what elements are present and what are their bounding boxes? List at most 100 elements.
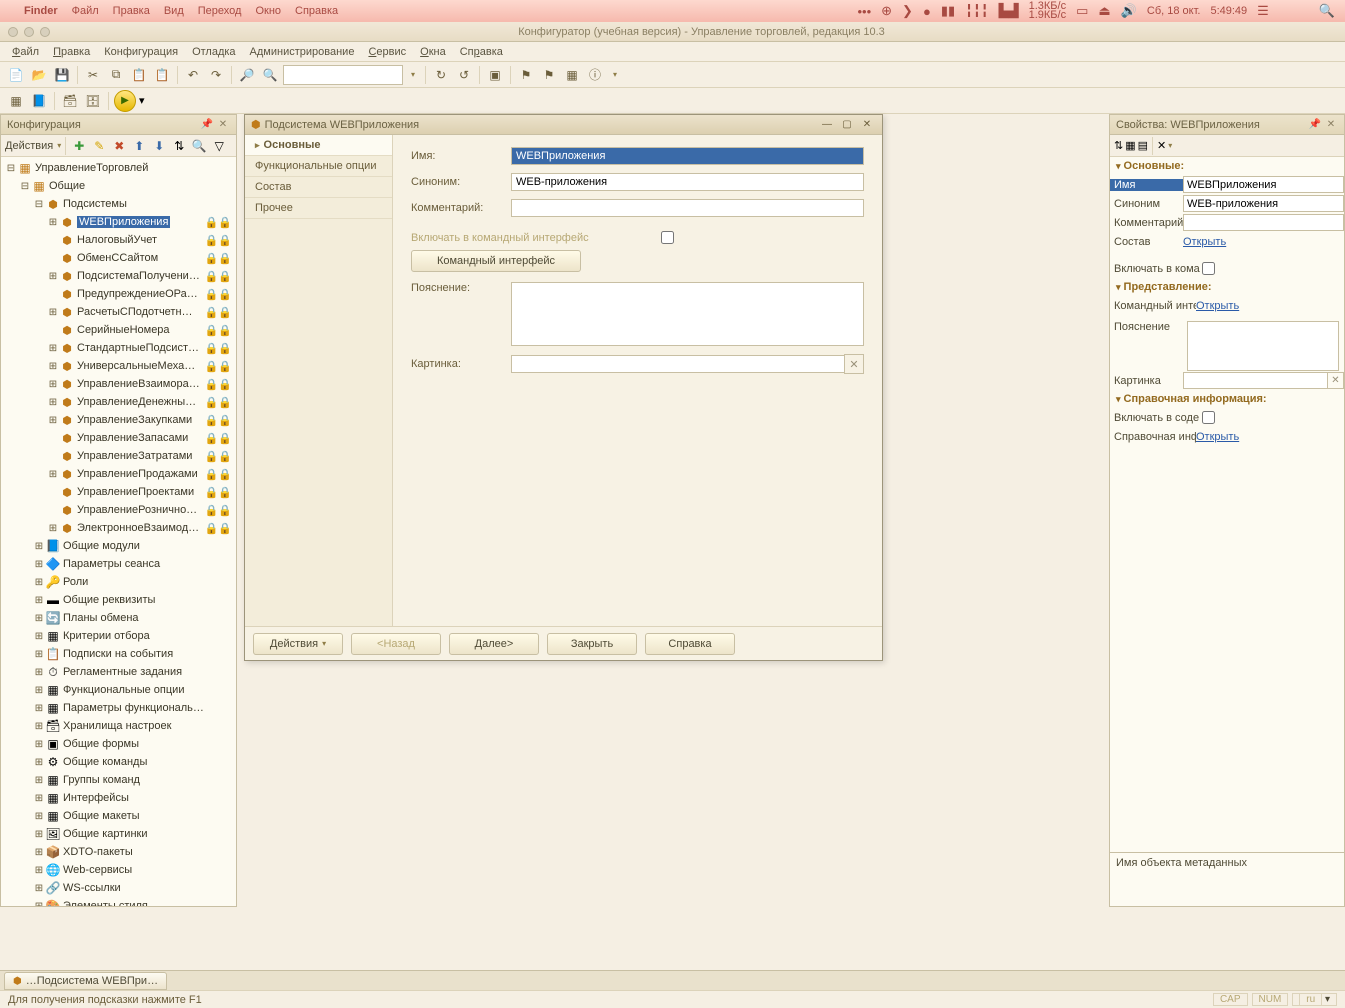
menu-windows[interactable]: Окна	[414, 44, 452, 60]
button-cmd-interface[interactable]: Командный интерфейс	[411, 250, 581, 272]
tree-item[interactable]: ⊞📦XDTO-пакеты	[1, 843, 236, 861]
config-actions-dropdown[interactable]: ▾	[57, 141, 61, 150]
tree-item[interactable]: ⊞WEBПриложения🔒🔒	[1, 213, 236, 231]
cfg-delete-icon[interactable]: ✖	[110, 137, 128, 155]
footer-actions-button[interactable]: Действия▾	[253, 633, 343, 655]
tb-paste2-icon[interactable]: 📋	[152, 65, 172, 85]
status-more-icon[interactable]: •••	[857, 4, 871, 19]
mac-menu-go[interactable]: Переход	[198, 5, 242, 17]
textarea-explanation[interactable]	[511, 282, 864, 346]
tb-mark-icon[interactable]: ⚑	[516, 65, 536, 85]
tb-mark2-icon[interactable]: ⚑	[539, 65, 559, 85]
cfg-down-icon[interactable]: ⬇	[150, 137, 168, 155]
tb-calendar-icon[interactable]: ▦	[562, 65, 582, 85]
prop-name-input[interactable]	[1183, 176, 1344, 193]
tb-paste-icon[interactable]: 📋	[129, 65, 149, 85]
tb-window-icon[interactable]: ▣	[485, 65, 505, 85]
tree-item[interactable]: ⊞▦Общие макеты	[1, 807, 236, 825]
editor-minimize-icon[interactable]: —	[818, 118, 836, 132]
footer-next-button[interactable]: Далее>	[449, 633, 539, 655]
tree-item[interactable]: ⊞🔑Роли	[1, 573, 236, 591]
status-chart-icon[interactable]: ▙▟	[999, 3, 1019, 19]
tree-item[interactable]: ⊞🗃Хранилища настроек	[1, 717, 236, 735]
input-comment[interactable]	[511, 199, 864, 217]
prop-explanation-textarea[interactable]	[1187, 321, 1339, 371]
tree-item[interactable]: ⊞🔄Планы обмена	[1, 609, 236, 627]
editor-maximize-icon[interactable]: ▢	[838, 118, 856, 132]
window-minimize-icon[interactable]	[24, 27, 34, 37]
status-eject-icon[interactable]: ⏏	[1098, 3, 1110, 19]
tree-item[interactable]: ⊞🌐Web-сервисы	[1, 861, 236, 879]
tb2-db2-icon[interactable]: 🗄	[83, 91, 103, 111]
tb-refresh2-icon[interactable]: ↺	[454, 65, 474, 85]
props-close-icon[interactable]: ✕	[1324, 118, 1338, 132]
cfg-up-icon[interactable]: ⬆	[130, 137, 148, 155]
menu-config[interactable]: Конфигурация	[98, 44, 184, 60]
picture-clear-icon[interactable]: ✕	[844, 354, 864, 374]
props-dropdown[interactable]: ▾	[1168, 141, 1172, 150]
status-arrow-icon[interactable]: ❯	[902, 3, 913, 19]
status-battery-icon[interactable]: ▮▮	[941, 3, 955, 19]
status-display-icon[interactable]: ▭	[1076, 3, 1088, 19]
prop-synonym-input[interactable]	[1183, 195, 1344, 212]
nav-content[interactable]: Состав	[245, 177, 392, 198]
props-section-help[interactable]: Справочная информация:	[1124, 393, 1267, 405]
menu-file[interactable]: Файл	[6, 44, 45, 60]
cfg-edit-icon[interactable]: ✎	[90, 137, 108, 155]
cfg-sort-icon[interactable]: ⇅	[170, 137, 188, 155]
tb2-doc-icon[interactable]: 📘	[29, 91, 49, 111]
taskbar-tab-subsystem[interactable]: …Подсистема WEBПри…	[4, 972, 167, 990]
tree-item[interactable]: ⊞РасчетыСПодотчетн…🔒🔒	[1, 303, 236, 321]
config-panel-close-icon[interactable]: ✕	[216, 118, 230, 132]
nav-main[interactable]: ▸Основные	[245, 135, 392, 156]
tree-item[interactable]: ОбменССайтом🔒🔒	[1, 249, 236, 267]
menu-debug[interactable]: Отладка	[186, 44, 241, 60]
cfg-find-icon[interactable]: 🔍	[190, 137, 208, 155]
tb2-save-icon[interactable]: ▦	[6, 91, 26, 111]
props-sort-icon[interactable]: ⇅	[1114, 139, 1123, 152]
tb-info-dropdown[interactable]: ▾	[608, 70, 622, 79]
tree-item[interactable]: ⊞📘Общие модули	[1, 537, 236, 555]
tree-item[interactable]: ⊞🖼Общие картинки	[1, 825, 236, 843]
cfg-add-icon[interactable]: ✚	[70, 137, 88, 155]
tb-zoom-icon[interactable]: 🔍	[260, 65, 280, 85]
tb-search-dropdown[interactable]: ▾	[406, 70, 420, 79]
tree-item[interactable]: ⊞УправлениеВзаимора…🔒🔒	[1, 375, 236, 393]
tree-item[interactable]: ⊞УправлениеДенежны…🔒🔒	[1, 393, 236, 411]
tree-item[interactable]: ПредупреждениеОРа…🔒🔒	[1, 285, 236, 303]
tree-item[interactable]: ⊞ПодсистемаПолучени…🔒🔒	[1, 267, 236, 285]
tree-item[interactable]: УправлениеРознично…🔒🔒	[1, 501, 236, 519]
tree-item[interactable]: НалоговыйУчет🔒🔒	[1, 231, 236, 249]
checkbox-include-cmd[interactable]	[661, 231, 674, 244]
tb-copy-icon[interactable]: ⧉	[106, 65, 126, 85]
prop-picture-input[interactable]	[1183, 372, 1328, 389]
props-delete-icon[interactable]: ✕	[1157, 139, 1166, 152]
config-tree[interactable]: ⊟УправлениеТорговлей⊟Общие⊟Подсистемы⊞WE…	[1, 157, 236, 906]
config-panel-pin-icon[interactable]: 📌	[200, 118, 214, 132]
tree-item[interactable]: ⊞⏱Регламентные задания	[1, 663, 236, 681]
status-volume-icon[interactable]: 🔊	[1121, 3, 1137, 19]
status-record-icon[interactable]: ●	[923, 4, 931, 19]
mac-menu-edit[interactable]: Правка	[113, 5, 150, 17]
tree-item[interactable]: ⊟УправлениеТорговлей	[1, 159, 236, 177]
input-synonym[interactable]	[511, 173, 864, 191]
mac-menu-file[interactable]: Файл	[72, 5, 99, 17]
prop-content-open-link[interactable]: Открыть	[1183, 236, 1226, 248]
tree-item[interactable]: ⊞▦Группы команд	[1, 771, 236, 789]
tree-item[interactable]: ⊞▦Интерфейсы	[1, 789, 236, 807]
props-grid-icon[interactable]: ▤	[1138, 139, 1148, 152]
tb-open-icon[interactable]: 📂	[29, 65, 49, 85]
tree-item[interactable]: УправлениеПроектами🔒🔒	[1, 483, 236, 501]
menu-edit[interactable]: Правка	[47, 44, 96, 60]
tree-item[interactable]: ⊞▦Параметры функциональ…	[1, 699, 236, 717]
tree-item[interactable]: ⊞🔗WS-ссылки	[1, 879, 236, 897]
nav-funcopts[interactable]: Функциональные опции	[245, 156, 392, 177]
tb-undo-icon[interactable]: ↶	[183, 65, 203, 85]
menu-admin[interactable]: Администрирование	[244, 44, 361, 60]
tree-item[interactable]: ⊞УправлениеПродажами🔒🔒	[1, 465, 236, 483]
tree-item[interactable]: ⊞📋Подписки на события	[1, 645, 236, 663]
config-actions-label[interactable]: Действия	[5, 140, 55, 152]
tree-item[interactable]: ⊞🔷Параметры сеанса	[1, 555, 236, 573]
editor-close-icon[interactable]: ✕	[858, 118, 876, 132]
cfg-filter-icon[interactable]: ▽	[210, 137, 228, 155]
